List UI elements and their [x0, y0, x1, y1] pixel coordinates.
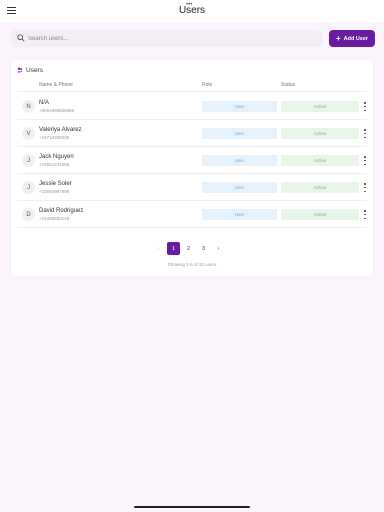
user-phone: +15554987899 [39, 189, 70, 194]
avatar: V [22, 127, 35, 140]
page-button-3[interactable]: 3 [197, 242, 210, 255]
card-header: Users [17, 65, 43, 75]
next-page-button[interactable]: › [212, 242, 225, 255]
user-name: N/A [39, 100, 50, 106]
column-header-name-phone: Name & Phone [39, 82, 73, 88]
page-title: Users [178, 5, 206, 16]
more-options-icon[interactable] [363, 210, 367, 219]
table-header: Name & Phone Role Status [17, 78, 367, 92]
top-app-bar: ••• Users [0, 0, 384, 22]
table-row[interactable]: D David Rodriguez +16465550149 User Acti… [17, 201, 367, 228]
user-phone: +6054998635985 [39, 108, 75, 113]
prev-page-button[interactable]: ‹ [152, 242, 165, 255]
card-title: Users [26, 66, 43, 74]
user-phone: +16465550149 [39, 216, 70, 221]
users-icon [17, 67, 23, 73]
table-row[interactable]: V Valeriya Alvarez +15718309036 User Act… [17, 120, 367, 147]
more-options-icon[interactable] [363, 129, 367, 138]
status-badge: Active [281, 182, 359, 193]
table-row[interactable]: N N/A +6054998635985 User Active [17, 93, 367, 120]
avatar: J [22, 181, 35, 194]
user-name: Jessie Soler [39, 181, 72, 187]
more-options-icon[interactable] [363, 156, 367, 165]
search-bar[interactable] [11, 30, 323, 47]
search-input[interactable] [28, 30, 318, 47]
status-badge: Active [281, 155, 359, 166]
avatar: J [22, 154, 35, 167]
home-indicator[interactable] [134, 506, 250, 508]
search-icon [17, 34, 25, 42]
role-badge: User [202, 209, 277, 220]
status-badge: Active [281, 209, 359, 220]
more-options-icon[interactable] [363, 183, 367, 192]
role-badge: User [202, 182, 277, 193]
status-badge: Active [281, 101, 359, 112]
pagination-summary: Showing 1-5 of 33 users [167, 262, 217, 267]
page-button-2[interactable]: 2 [182, 242, 195, 255]
table-row[interactable]: J Jack Nguyen +15551231885 User Active [17, 147, 367, 174]
table-row[interactable]: J Jessie Soler +15554987899 User Active [17, 174, 367, 201]
role-badge: User [202, 101, 277, 112]
role-badge: User [202, 155, 277, 166]
pagination: ‹ 1 2 3 › [152, 242, 225, 255]
user-phone: +15718309036 [39, 135, 70, 140]
column-header-status: Status [281, 82, 296, 88]
plus-icon: + [335, 33, 341, 43]
page-button-1[interactable]: 1 [167, 242, 180, 255]
status-badge: Active [281, 128, 359, 139]
user-name: David Rodriguez [39, 208, 84, 214]
user-name: Jack Nguyen [39, 154, 74, 160]
add-user-label: Add User [343, 35, 369, 42]
column-header-role: Role [202, 82, 213, 88]
avatar: N [22, 100, 35, 113]
user-name: Valeriya Alvarez [39, 127, 82, 133]
add-user-button[interactable]: + Add User [329, 30, 375, 47]
avatar: D [22, 208, 35, 221]
role-badge: User [202, 128, 277, 139]
more-options-icon[interactable] [363, 102, 367, 111]
user-phone: +15551231885 [39, 162, 70, 167]
